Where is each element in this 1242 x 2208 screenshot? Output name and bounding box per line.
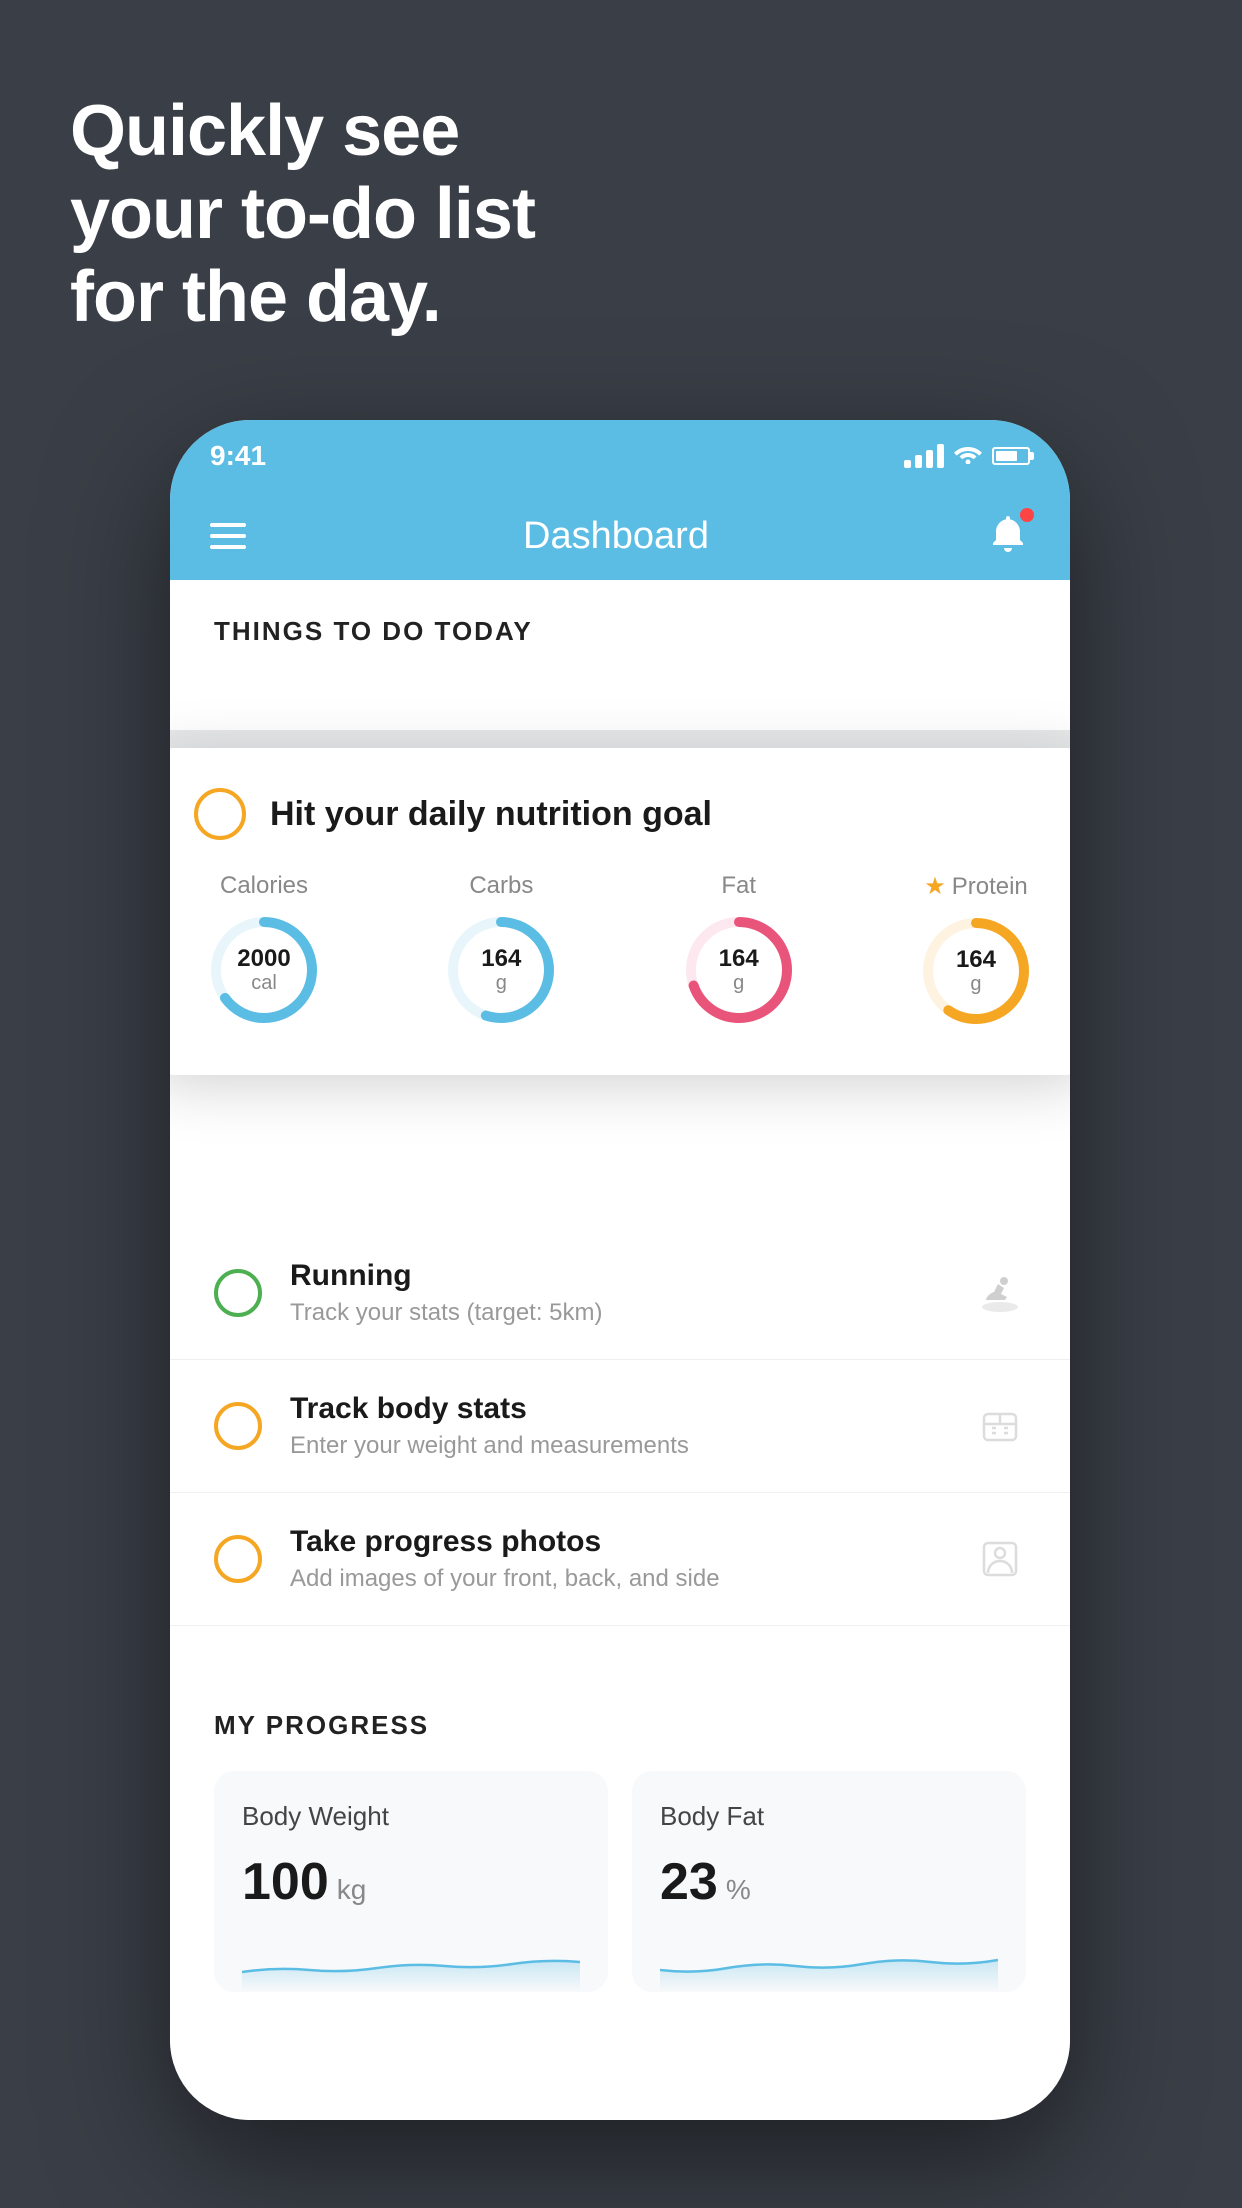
things-to-do-header: THINGS TO DO TODAY — [170, 580, 1070, 667]
body-fat-value-row: 23 % — [660, 1852, 998, 1912]
body-weight-title: Body Weight — [242, 1801, 580, 1832]
phone-body: THINGS TO DO TODAY Hit your daily nutrit… — [170, 580, 1070, 2120]
body-weight-card[interactable]: Body Weight 100 kg — [214, 1771, 608, 1992]
todo-running[interactable]: Running Track your stats (target: 5km) — [170, 1227, 1070, 1360]
scale-icon — [974, 1400, 1026, 1452]
body-weight-unit: kg — [337, 1874, 367, 1906]
carbs-value: 164 — [481, 946, 521, 972]
photos-subtitle: Add images of your front, back, and side — [290, 1565, 946, 1593]
body-stats-subtitle: Enter your weight and measurements — [290, 1432, 946, 1460]
todo-body-stats[interactable]: Track body stats Enter your weight and m… — [170, 1360, 1070, 1493]
status-bar: 9:41 — [170, 420, 1070, 492]
todo-list: Running Track your stats (target: 5km) — [170, 1227, 1070, 1626]
calories-unit: cal — [237, 972, 290, 994]
running-text: Running Track your stats (target: 5km) — [290, 1259, 946, 1327]
hero-line1: Quickly see — [70, 90, 535, 173]
nutrition-carbs: Carbs 164 g — [441, 872, 561, 1030]
fat-unit: g — [719, 972, 759, 994]
nutrition-circles: Calories 2000 cal — [194, 872, 1046, 1031]
progress-section: MY PROGRESS Body Weight 100 kg — [170, 1666, 1070, 1992]
fat-label: Fat — [721, 872, 756, 900]
hero-line3: for the day. — [70, 256, 535, 339]
fat-value: 164 — [719, 946, 759, 972]
menu-button[interactable] — [210, 523, 246, 549]
body-stats-check-circle[interactable] — [214, 1402, 262, 1450]
body-stats-text: Track body stats Enter your weight and m… — [290, 1392, 946, 1460]
running-subtitle: Track your stats (target: 5km) — [290, 1299, 946, 1327]
notification-dot — [1020, 508, 1034, 522]
battery-icon — [992, 447, 1030, 465]
hero-text: Quickly see your to-do list for the day. — [70, 90, 535, 338]
protein-label: Protein — [952, 873, 1028, 901]
body-weight-value-row: 100 kg — [242, 1852, 580, 1912]
status-time: 9:41 — [210, 440, 266, 472]
nutrition-card: Hit your daily nutrition goal Calories — [170, 748, 1070, 1075]
status-icons — [904, 442, 1030, 470]
star-icon: ★ — [924, 872, 946, 901]
card-title-row: Hit your daily nutrition goal — [194, 788, 1046, 840]
protein-donut: 164 g — [916, 911, 1036, 1031]
carbs-donut: 164 g — [441, 910, 561, 1030]
body-weight-value: 100 — [242, 1852, 329, 1912]
signal-icon — [904, 444, 944, 468]
body-stats-title: Track body stats — [290, 1392, 946, 1426]
carbs-label: Carbs — [469, 872, 533, 900]
wifi-icon — [954, 442, 982, 470]
nutrition-card-title: Hit your daily nutrition goal — [270, 795, 712, 834]
nav-bar: Dashboard — [170, 492, 1070, 580]
photos-text: Take progress photos Add images of your … — [290, 1525, 946, 1593]
photos-check-circle[interactable] — [214, 1535, 262, 1583]
calories-donut: 2000 cal — [204, 910, 324, 1030]
hero-line2: your to-do list — [70, 173, 535, 256]
running-check-circle[interactable] — [214, 1269, 262, 1317]
body-fat-title: Body Fat — [660, 1801, 998, 1832]
running-icon — [974, 1267, 1026, 1319]
body-fat-card[interactable]: Body Fat 23 % — [632, 1771, 1026, 1992]
protein-value: 164 — [956, 947, 996, 973]
calories-label: Calories — [220, 872, 308, 900]
nutrition-fat: Fat 164 g — [679, 872, 799, 1030]
fat-donut: 164 g — [679, 910, 799, 1030]
calories-value: 2000 — [237, 946, 290, 972]
nutrition-protein: ★ Protein 164 g — [916, 872, 1036, 1031]
body-fat-value: 23 — [660, 1852, 718, 1912]
person-icon — [974, 1533, 1026, 1585]
body-fat-chart — [660, 1932, 998, 1992]
todo-photos[interactable]: Take progress photos Add images of your … — [170, 1493, 1070, 1626]
progress-header: MY PROGRESS — [214, 1710, 1026, 1741]
running-title: Running — [290, 1259, 946, 1293]
protein-unit: g — [956, 973, 996, 995]
protein-label-row: ★ Protein — [924, 872, 1028, 901]
progress-cards: Body Weight 100 kg — [214, 1771, 1026, 1992]
body-weight-chart — [242, 1932, 580, 1992]
body-fat-unit: % — [726, 1874, 751, 1906]
nutrition-calories: Calories 2000 cal — [204, 872, 324, 1030]
nav-title: Dashboard — [523, 515, 709, 558]
nutrition-check-circle[interactable] — [194, 788, 246, 840]
notification-button[interactable] — [986, 512, 1030, 561]
photos-title: Take progress photos — [290, 1525, 946, 1559]
carbs-unit: g — [481, 972, 521, 994]
phone-mockup: 9:41 — [170, 420, 1070, 2120]
